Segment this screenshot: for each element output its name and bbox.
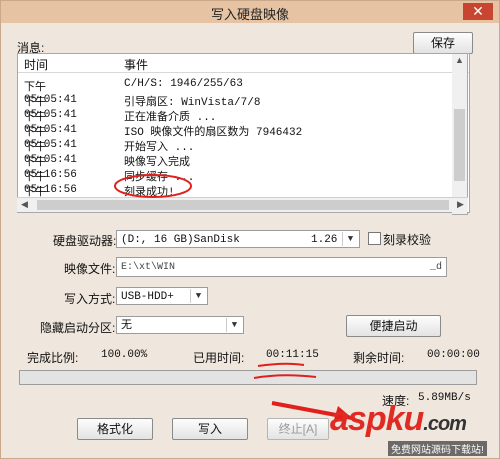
log-event: C/H/S: 1946/255/63 (124, 78, 243, 90)
chevron-down-icon: ▼ (342, 232, 358, 246)
drive-select[interactable]: (D:, 16 GB)SanDisk 1.26 ▼ (116, 230, 360, 248)
column-event[interactable]: 事件 (124, 56, 148, 73)
used-time-value: 00:11:15 (266, 349, 319, 361)
remaining-time-value: 00:00:00 (427, 349, 480, 361)
format-button[interactable]: 格式化 (77, 418, 153, 440)
hidden-partition-value: 无 (121, 320, 132, 332)
quick-boot-button[interactable]: 便捷启动 (346, 315, 441, 337)
log-horizontal-scrollbar[interactable]: ◀ ▶ (17, 197, 468, 212)
watermark-domain: .com (423, 413, 467, 435)
log-vertical-scrollbar[interactable]: ▲ ▼ (452, 53, 468, 215)
write-mode-select[interactable]: USB-HDD+ ▼ (116, 287, 208, 305)
verify-checkbox[interactable] (368, 232, 381, 245)
log-event: 映像写入完成 (124, 157, 190, 169)
write-mode-label: 写入方式: (64, 292, 116, 306)
window-title: 写入硬盘映像 (210, 7, 289, 22)
verify-label: 刻录校验 (383, 233, 432, 247)
write-disk-image-window: 写入硬盘映像 ✕ 消息: 保存 时间 事件 下午 05:05:41 C/H/S: … (0, 0, 500, 459)
drive-label: 硬盘驱动器: (53, 234, 117, 248)
done-ratio-value: 100.00% (101, 349, 148, 361)
save-button[interactable]: 保存 (413, 32, 473, 54)
image-file-path-end: _d (429, 262, 442, 273)
write-mode-value: USB-HDD+ (121, 291, 174, 303)
message-log[interactable]: 时间 事件 下午 05:05:41 C/H/S: 1946/255/63 下午 0… (17, 53, 470, 213)
log-event: 开始写入 ... (124, 142, 195, 154)
vertical-scroll-thumb[interactable] (454, 109, 465, 181)
image-file-field[interactable]: E:\xt\WIN _d (116, 257, 447, 277)
hidden-partition-select[interactable]: 无 ▼ (116, 316, 244, 334)
log-event: ISO 映像文件的扇区数为 7946432 (124, 127, 303, 139)
done-ratio-label: 完成比例: (27, 351, 79, 365)
watermark-main: asp (330, 400, 387, 438)
used-time-label: 已用时间: (193, 351, 245, 365)
close-button[interactable]: ✕ (463, 3, 493, 20)
scroll-up-icon[interactable]: ▲ (452, 55, 467, 65)
log-event: 同步缓存 ... (124, 172, 195, 184)
scroll-left-icon[interactable]: ◀ (17, 199, 32, 210)
image-file-label: 映像文件: (64, 262, 116, 276)
progress-bar (19, 370, 477, 385)
watermark-logo: aspku.com (330, 400, 467, 439)
scroll-right-icon[interactable]: ▶ (453, 199, 468, 210)
log-header: 时间 事件 (18, 54, 469, 73)
horizontal-scroll-thumb[interactable] (37, 200, 449, 210)
watermark-caption: 免费网站源码下载站! (388, 441, 487, 456)
drive-version: 1.26 (311, 234, 338, 246)
column-time[interactable]: 时间 (24, 56, 48, 73)
write-button[interactable]: 写入 (172, 418, 248, 440)
chevron-down-icon: ▼ (226, 318, 242, 332)
log-event: 引导扇区: WinVista/7/8 (124, 97, 261, 109)
drive-value: (D:, 16 GB)SanDisk (121, 234, 240, 246)
remaining-time-label: 剩余时间: (353, 351, 405, 365)
log-event: 正在准备介质 ... (124, 112, 217, 124)
image-file-path-start: E:\xt\WIN (121, 262, 176, 273)
stop-button[interactable]: 终止[A] (267, 418, 329, 440)
title-bar[interactable]: 写入硬盘映像 ✕ (1, 1, 499, 23)
hidden-partition-label: 隐藏启动分区: (40, 321, 116, 335)
chevron-down-icon: ▼ (190, 289, 206, 303)
watermark-ku: ku (385, 400, 425, 438)
